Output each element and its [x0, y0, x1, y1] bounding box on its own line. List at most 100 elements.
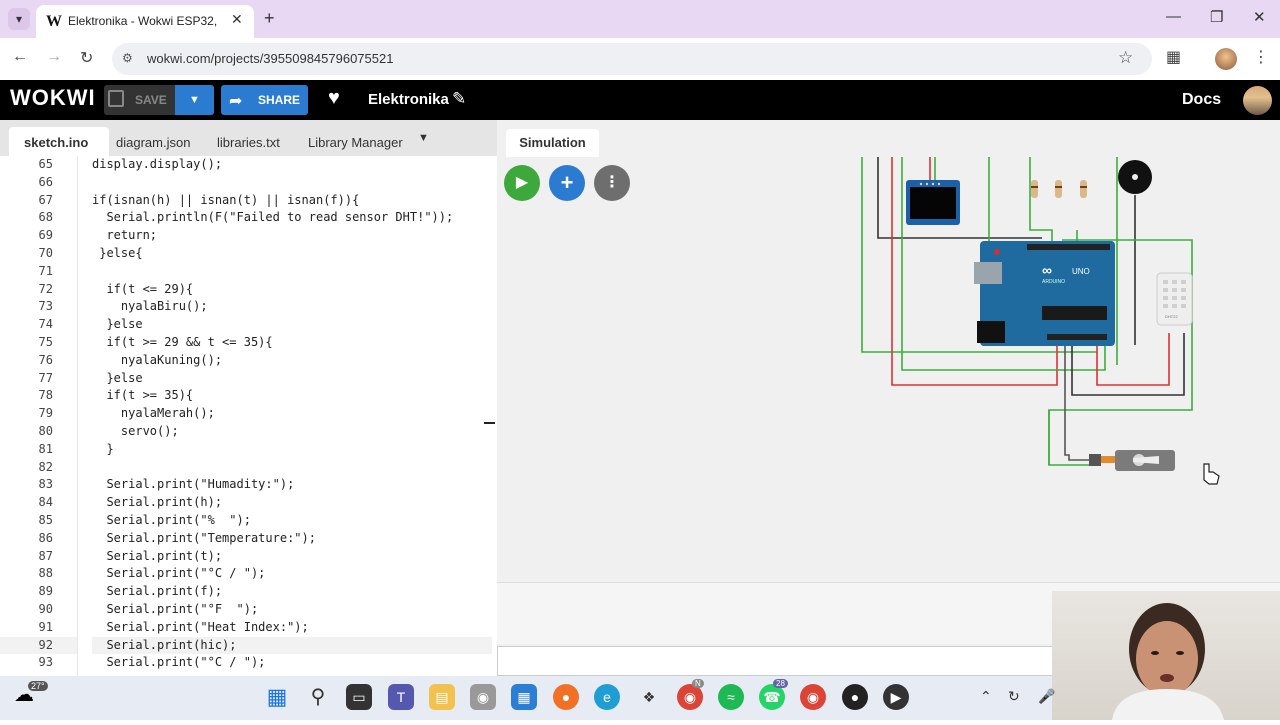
camera-icon[interactable]: ◉ [470, 684, 496, 710]
dropbox-icon[interactable]: ❖ [636, 684, 662, 710]
resistors[interactable] [1031, 180, 1087, 198]
more-options-button[interactable]: ⋮ [594, 165, 630, 201]
code-line[interactable]: if(t >= 35){ [92, 387, 492, 405]
serial-input-field[interactable] [497, 646, 1057, 676]
obs-icon[interactable]: ● [842, 684, 868, 710]
maximize-button[interactable]: ❐ [1210, 8, 1223, 26]
code-line[interactable]: Serial.println(F("Failed to read sensor … [92, 209, 492, 227]
media-player-icon[interactable]: ▶ [883, 684, 909, 710]
line-number: 77 [38, 370, 53, 385]
code-line[interactable]: nyalaKuning(); [92, 352, 492, 370]
browser-tab-active[interactable]: W Elektronika - Wokwi ESP32, ST ✕ [36, 5, 254, 38]
code-line[interactable]: Serial.print(h); [92, 494, 492, 512]
browser-menu-icon[interactable]: ⋮ [1253, 47, 1269, 67]
arduino-uno-board[interactable]: ∞ UNO ARDUINO [974, 241, 1115, 346]
save-dropdown-button[interactable]: ▼ [175, 85, 214, 115]
search-icon[interactable]: ⚲ [305, 684, 331, 710]
close-window-button[interactable]: ✕ [1253, 8, 1266, 26]
line-number: 80 [38, 423, 53, 438]
code-line[interactable]: if(t >= 29 && t <= 35){ [92, 334, 492, 352]
editor-scrollbar[interactable] [484, 422, 495, 424]
chrome-active-icon[interactable]: ◉ [800, 684, 826, 710]
code-line[interactable]: Serial.print(f); [92, 583, 492, 601]
tab-search-button[interactable]: ▾ [8, 8, 30, 30]
teams-icon[interactable]: T [388, 684, 414, 710]
task-view-icon[interactable]: ▭ [346, 684, 372, 710]
code-line[interactable]: Serial.print(t); [92, 548, 492, 566]
code-line[interactable]: } [92, 441, 492, 459]
code-line[interactable]: servo(); [92, 423, 492, 441]
docs-link[interactable]: Docs [1182, 91, 1221, 109]
back-button[interactable]: ← [12, 48, 28, 66]
edit-pencil-icon[interactable]: ✎ [452, 89, 466, 109]
tab-simulation[interactable]: Simulation [506, 129, 599, 157]
oled-display[interactable] [906, 180, 960, 225]
save-button[interactable]: SAVE [104, 85, 175, 115]
code-line[interactable]: Serial.print("Humadity:"); [92, 476, 492, 494]
profile-avatar[interactable] [1215, 48, 1237, 70]
tab-diagram-json[interactable]: diagram.json [116, 135, 190, 150]
site-info-icon[interactable]: ⚙ [122, 51, 133, 65]
file-explorer-icon[interactable]: ▤ [429, 684, 455, 710]
code-line[interactable] [92, 174, 492, 192]
line-number: 68 [38, 210, 53, 225]
minimize-button[interactable]: — [1166, 8, 1181, 25]
extensions-icon[interactable]: ▦ [1166, 47, 1181, 67]
url-field[interactable]: ⚙ wokwi.com/projects/395509845796075521 … [112, 43, 1152, 75]
code-line[interactable]: nyalaBiru(); [92, 298, 492, 316]
servo-motor[interactable] [1089, 450, 1175, 471]
edge-icon[interactable]: e [594, 684, 620, 710]
browser-tab-bar: ▾ W Elektronika - Wokwi ESP32, ST ✕ + — … [0, 0, 1280, 38]
tab-sketch-ino[interactable]: sketch.ino [24, 135, 88, 150]
reload-button[interactable]: ↻ [80, 48, 93, 68]
code-line[interactable]: Serial.print("°F "); [92, 601, 492, 619]
user-avatar[interactable] [1243, 86, 1272, 115]
dht22-sensor[interactable]: DHT22 [1156, 272, 1193, 326]
code-line[interactable]: Serial.print("Temperature:"); [92, 530, 492, 548]
code-line[interactable]: }else [92, 316, 492, 334]
microphone-icon[interactable]: 🎤 [1038, 688, 1055, 705]
wokwi-logo[interactable]: WOKWI [10, 85, 96, 111]
code-line[interactable]: }else{ [92, 245, 492, 263]
forward-button[interactable]: → [46, 48, 62, 66]
add-part-button[interactable]: + [549, 165, 585, 201]
code-line[interactable]: display.display(); [92, 156, 492, 174]
tabs-menu-icon[interactable]: ▼ [418, 132, 429, 144]
spotify-icon[interactable]: ≈ [718, 684, 744, 710]
windows-start-icon[interactable]: ▦ [264, 684, 290, 710]
tab-libraries-txt[interactable]: libraries.txt [217, 135, 280, 150]
new-tab-button[interactable]: + [264, 8, 275, 29]
line-number: 92 [0, 636, 77, 655]
heart-icon[interactable]: ♥ [328, 87, 340, 110]
buzzer[interactable] [1118, 160, 1152, 194]
code-line[interactable] [92, 459, 492, 477]
sync-icon[interactable]: ↻ [1008, 688, 1020, 705]
code-line[interactable]: Serial.print("% "); [92, 512, 492, 530]
tray-overflow-icon[interactable]: ⌃ [980, 688, 992, 705]
code-line[interactable]: Serial.print("°C / "); [92, 565, 492, 583]
code-line[interactable]: }else [92, 370, 492, 388]
line-number: 93 [38, 655, 53, 670]
microsoft-store-icon[interactable]: ▦ [511, 684, 537, 710]
bookmark-star-icon[interactable]: ☆ [1118, 48, 1133, 68]
code-line[interactable]: if(isnan(h) || isnan(t) || isnan(f)){ [92, 192, 492, 210]
code-line[interactable]: Serial.print("°C / "); [92, 654, 492, 672]
code-text[interactable]: display.display(); if(isnan(h) || isnan(t… [92, 156, 492, 672]
code-line[interactable] [92, 263, 492, 281]
share-button[interactable]: ➦ SHARE [221, 85, 308, 115]
tab-library-manager[interactable]: Library Manager [308, 135, 403, 150]
code-area[interactable]: 65 66 67 68 69 70 71 72 73 74 75 76 77 78 79 80 81 82 83 84… [0, 156, 497, 676]
close-tab-icon[interactable]: ✕ [231, 11, 243, 28]
code-line[interactable]: nyalaMerah(); [92, 405, 492, 423]
code-line[interactable]: Serial.print("Heat Index:"); [92, 619, 492, 637]
line-number: 86 [38, 530, 53, 545]
project-name[interactable]: Elektronika [368, 91, 449, 108]
code-line[interactable]: if(t <= 29){ [92, 281, 492, 299]
start-simulation-button[interactable]: ▶ [504, 165, 540, 201]
firefox-icon[interactable]: ● [553, 684, 579, 710]
wire[interactable] [1029, 157, 1053, 245]
line-number: 79 [38, 406, 53, 421]
line-number: 75 [38, 334, 53, 349]
code-line[interactable]: Serial.print(hic); [92, 636, 492, 655]
code-line[interactable]: return; [92, 227, 492, 245]
